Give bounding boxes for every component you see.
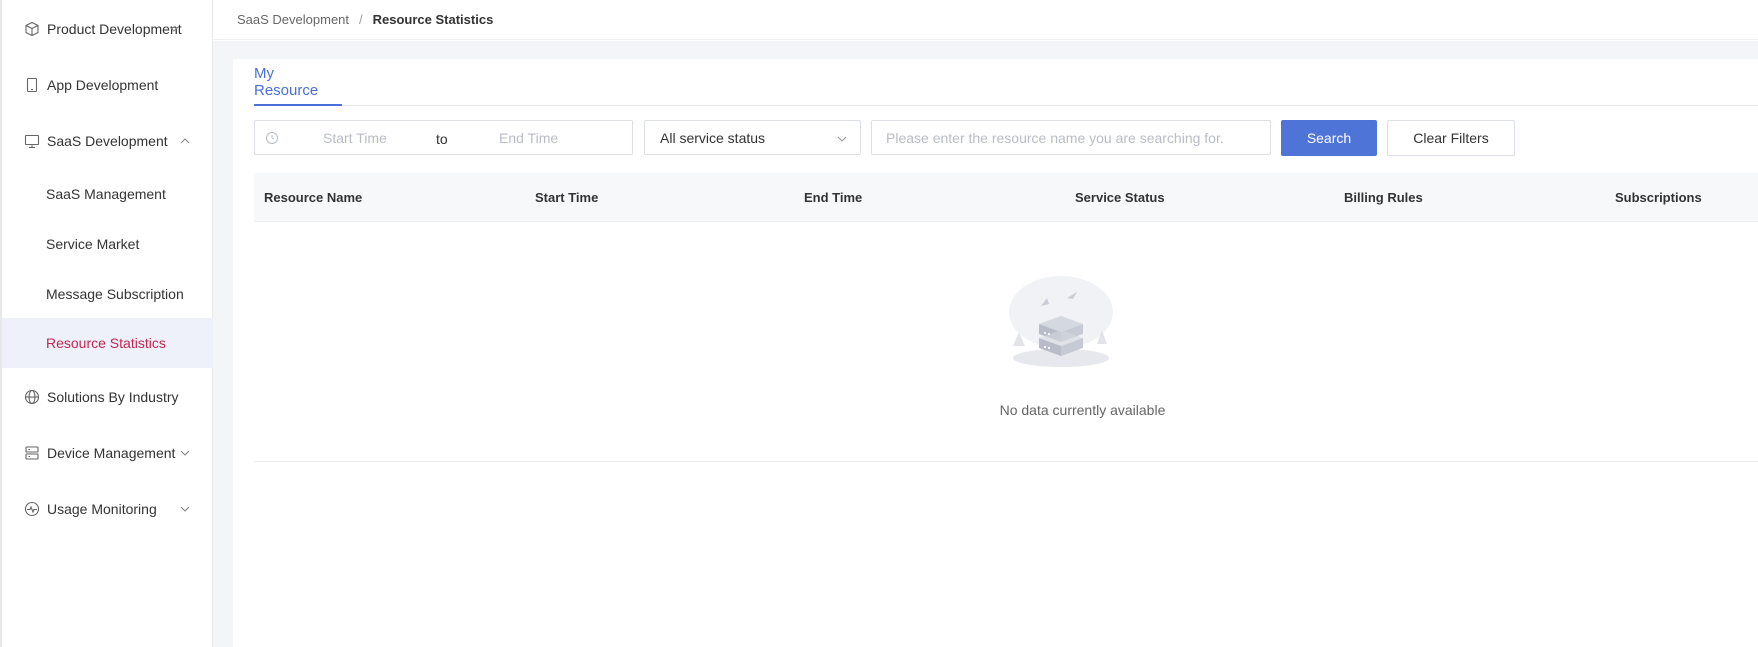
column-header-subscriptions[interactable]: Subscriptions <box>1615 173 1702 222</box>
tab-bar: My Resource <box>254 59 1758 106</box>
cube-icon <box>23 20 41 38</box>
sidebar-item-label: Usage Monitoring <box>47 501 157 517</box>
sidebar-item-label: Solutions By Industry <box>47 389 179 405</box>
column-header-end-time[interactable]: End Time <box>804 173 862 222</box>
sidebar-item-saas-development[interactable]: SaaS Development <box>2 116 213 166</box>
sidebar-item-label: SaaS Development <box>47 133 168 149</box>
service-status-value: All service status <box>660 129 766 146</box>
breadcrumb-separator: / <box>359 12 363 27</box>
app-root: Product Development App Development SaaS… <box>0 0 1758 647</box>
sidebar-item-label: Device Management <box>47 445 176 461</box>
tab-my-resource[interactable]: My Resource <box>254 59 342 106</box>
sidebar-item-message-subscription[interactable]: Message Subscription <box>2 269 213 319</box>
breadcrumb-current: Resource Statistics <box>372 12 494 27</box>
end-time-input[interactable]: End Time <box>499 121 558 156</box>
empty-server-illustration-icon <box>1001 272 1121 372</box>
pulse-icon <box>23 500 41 518</box>
clock-icon <box>265 131 279 145</box>
column-header-billing-rules[interactable]: Billing Rules <box>1344 173 1423 222</box>
sidebar-item-usage-monitoring[interactable]: Usage Monitoring <box>2 484 213 534</box>
monitor-icon <box>23 132 41 150</box>
table-body: No data currently available <box>254 222 1758 462</box>
clear-filters-button[interactable]: Clear Filters <box>1387 120 1515 156</box>
sidebar: Product Development App Development SaaS… <box>0 0 213 647</box>
table-header: Resource Name Start Time End Time Servic… <box>254 173 1758 222</box>
sidebar-item-label: App Development <box>47 77 159 93</box>
chevron-up-icon <box>179 135 191 147</box>
empty-state-text: No data currently available <box>999 402 1166 418</box>
sidebar-item-device-management[interactable]: Device Management <box>2 428 213 478</box>
column-header-service-status[interactable]: Service Status <box>1075 173 1165 222</box>
sidebar-item-solutions-by-industry[interactable]: Solutions By Industry <box>2 372 213 422</box>
breadcrumb-parent-link[interactable]: SaaS Development <box>237 12 349 27</box>
range-separator: to <box>436 131 448 147</box>
sidebar-item-saas-management[interactable]: SaaS Management <box>2 169 213 219</box>
breadcrumb: SaaS Development / Resource Statistics <box>213 0 1758 40</box>
server-icon <box>23 444 41 462</box>
chevron-down-icon <box>168 23 180 35</box>
mobile-icon <box>23 76 41 94</box>
start-time-input[interactable]: Start Time <box>323 121 387 156</box>
sidebar-item-label: Product Development <box>47 21 182 37</box>
search-button[interactable]: Search <box>1281 120 1377 156</box>
column-header-start-time[interactable]: Start Time <box>535 173 598 222</box>
service-status-select[interactable]: All service status <box>644 120 861 155</box>
sidebar-item-app-development[interactable]: App Development <box>2 60 213 110</box>
column-header-resource-name[interactable]: Resource Name <box>264 173 362 222</box>
sidebar-item-service-market[interactable]: Service Market <box>2 219 213 269</box>
chevron-down-icon <box>179 447 191 459</box>
globe-icon <box>23 388 41 406</box>
chevron-down-icon <box>836 132 848 144</box>
resource-search-input[interactable] <box>871 120 1271 155</box>
date-range-picker[interactable]: Start Time to End Time <box>254 120 633 155</box>
chevron-down-icon <box>179 503 191 515</box>
sidebar-item-resource-statistics[interactable]: Resource Statistics <box>2 318 213 368</box>
sidebar-item-product-development[interactable]: Product Development <box>2 4 213 54</box>
